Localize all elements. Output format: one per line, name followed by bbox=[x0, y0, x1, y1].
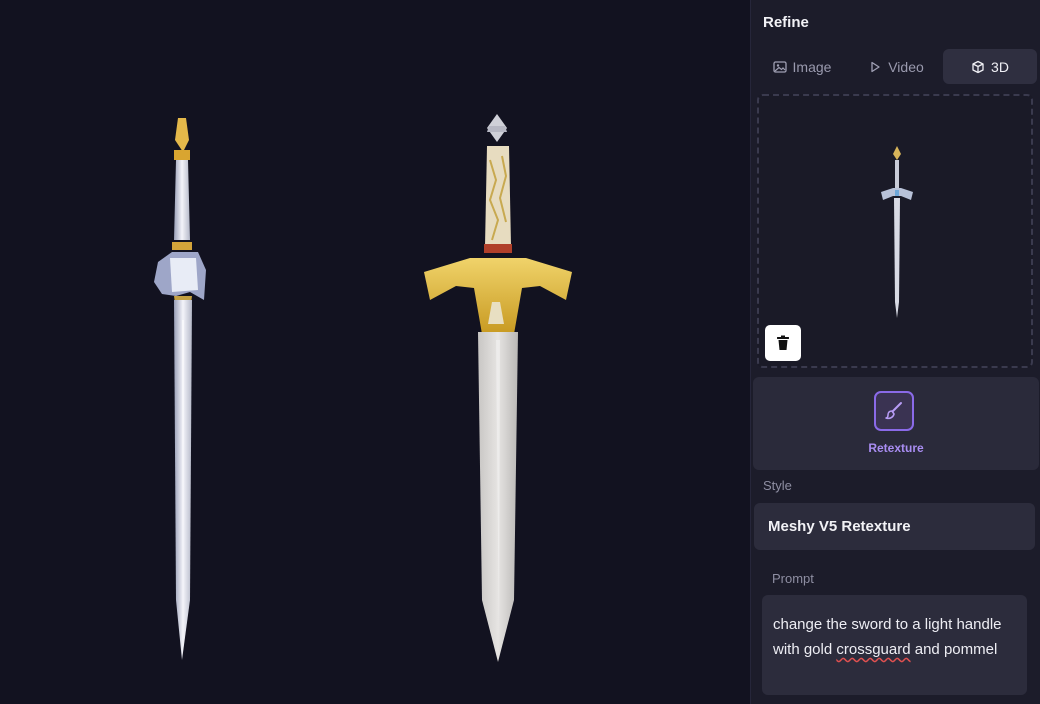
trash-icon bbox=[777, 335, 789, 350]
tab-bar: Image Video 3D bbox=[755, 49, 1037, 84]
style-select[interactable]: Meshy V5 Retexture bbox=[754, 503, 1035, 550]
prompt-text-end: and pommel bbox=[910, 641, 998, 658]
brush-icon bbox=[874, 391, 914, 431]
tab-video-label: Video bbox=[888, 58, 924, 75]
model-preview-dropzone[interactable] bbox=[757, 94, 1033, 368]
sword-model-retextured bbox=[424, 114, 572, 662]
prompt-input[interactable]: change the sword to a light handle with … bbox=[762, 595, 1027, 695]
prompt-label: Prompt bbox=[772, 571, 814, 586]
panel-title: Refine bbox=[763, 14, 809, 31]
sword-thumbnail bbox=[881, 146, 913, 318]
tab-3d-label: 3D bbox=[991, 58, 1009, 75]
3d-viewport[interactable] bbox=[0, 0, 750, 704]
tab-image-label: Image bbox=[792, 58, 832, 75]
prompt-misspelled-word: crossguard bbox=[836, 641, 911, 658]
image-icon bbox=[772, 60, 787, 73]
tab-video[interactable]: Video bbox=[849, 49, 943, 84]
retexture-tool-card[interactable]: Retexture bbox=[753, 377, 1039, 470]
delete-button[interactable] bbox=[765, 325, 801, 361]
tab-3d[interactable]: 3D bbox=[943, 49, 1037, 84]
style-label: Style bbox=[763, 478, 792, 493]
sword-model-original bbox=[154, 118, 206, 660]
refine-panel: Refine Image Video 3D Retexture Style Me… bbox=[750, 0, 1040, 704]
play-icon bbox=[871, 61, 880, 72]
sword-models-render bbox=[154, 114, 572, 662]
cube-icon bbox=[972, 60, 984, 73]
retexture-label: Retexture bbox=[868, 441, 924, 455]
tab-image[interactable]: Image bbox=[755, 49, 849, 84]
